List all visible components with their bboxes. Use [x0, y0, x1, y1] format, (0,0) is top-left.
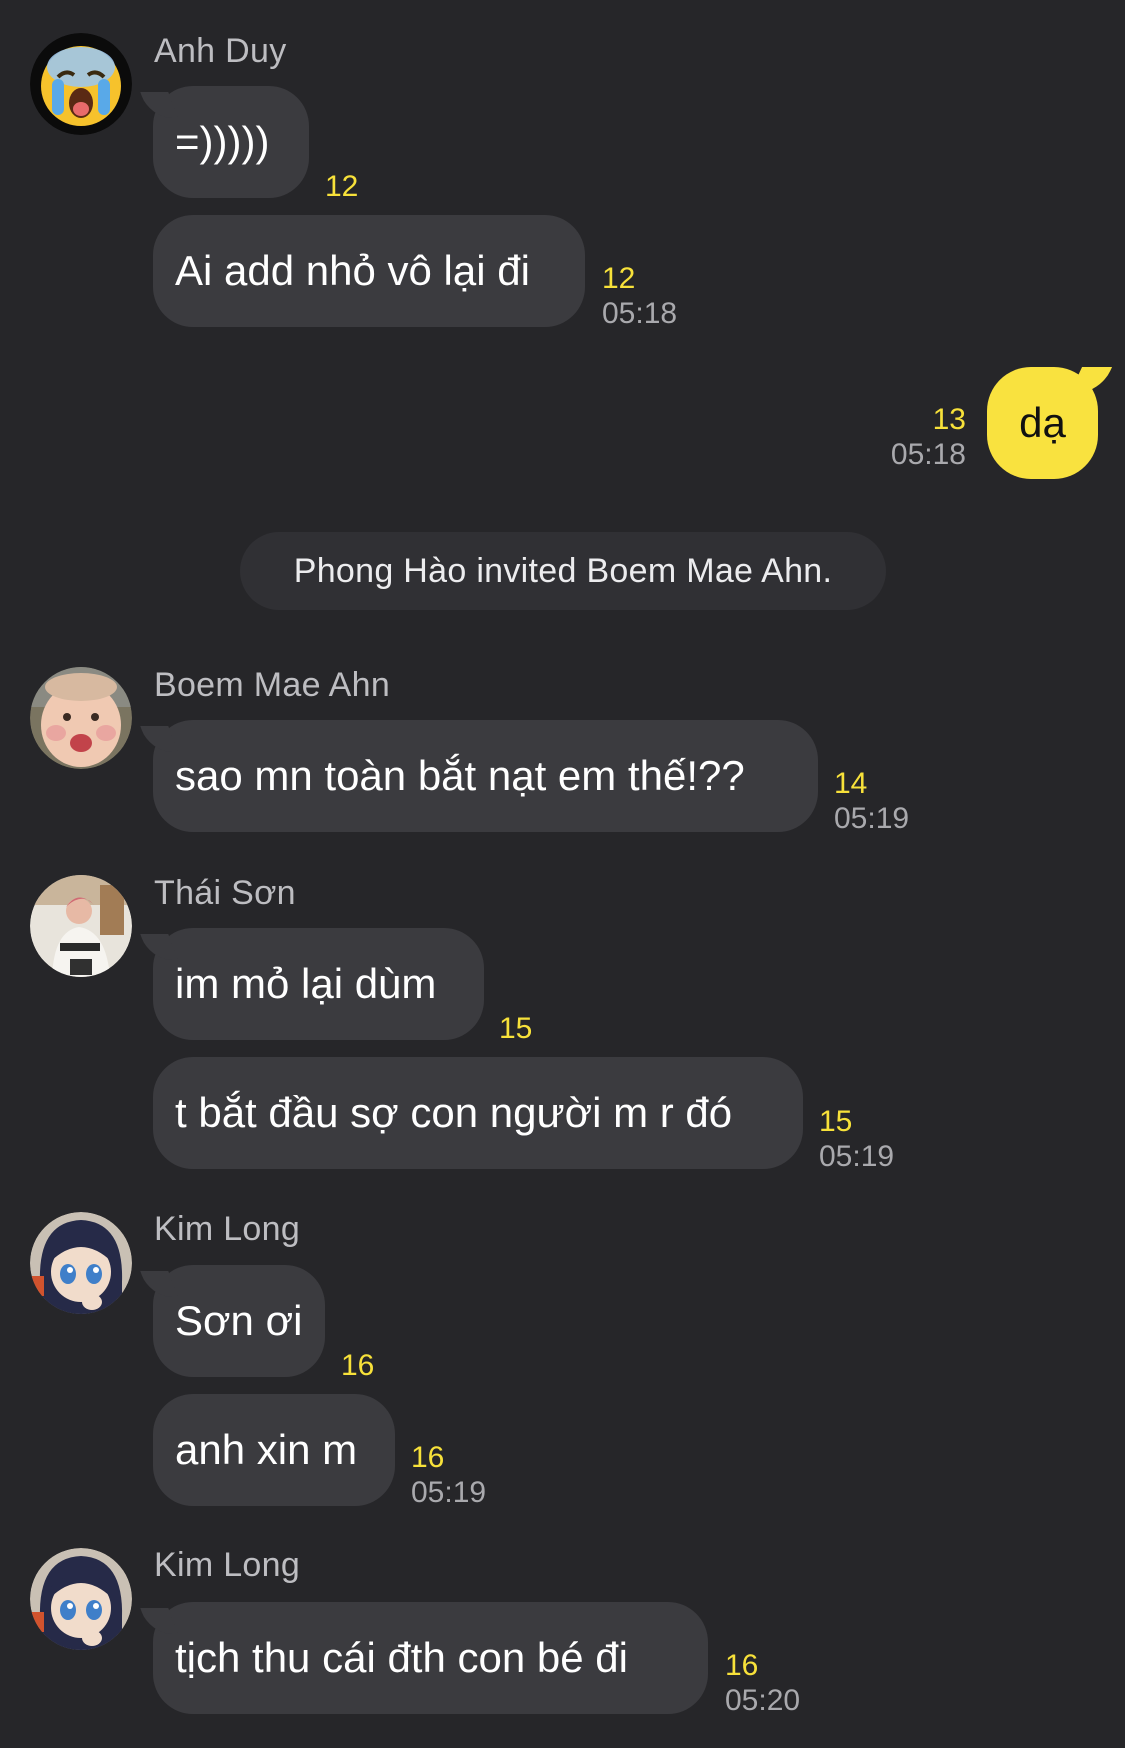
anime-girl-avatar	[30, 1548, 132, 1650]
message-time: 05:18	[890, 438, 966, 471]
unread-count: 16	[725, 1649, 759, 1682]
message-meta: 15	[499, 1012, 532, 1046]
baby-photo-avatar	[30, 667, 132, 769]
sender-name: Kim Long	[154, 1210, 301, 1248]
message-text: Sơn ơi	[175, 1297, 303, 1344]
message-text: tịch thu cái đth con bé đi	[175, 1634, 628, 1681]
avatar-kim-long[interactable]	[30, 1548, 132, 1650]
message-text: anh xin m	[175, 1426, 358, 1473]
unread-count: 15	[499, 1012, 533, 1045]
crying-face-emoji-icon	[30, 33, 132, 135]
unread-count: 16	[411, 1441, 445, 1474]
chat-view: Anh Duy =))))) 12 Ai add nhỏ vô lại đi 1…	[0, 0, 1125, 1748]
message-text: =)))))	[175, 118, 270, 165]
message-text: Ai add nhỏ vô lại đi	[175, 247, 530, 294]
message-time: 05:18	[602, 297, 678, 330]
avatar-kim-long[interactable]	[30, 1212, 132, 1314]
unread-count: 16	[341, 1349, 375, 1382]
sender-name: Anh Duy	[154, 32, 287, 70]
avatar-anh-duy[interactable]	[30, 33, 132, 135]
anime-girl-avatar	[30, 1212, 132, 1314]
unread-count: 13	[932, 403, 966, 436]
message-meta: 14 05:19	[834, 767, 909, 837]
message-bubble[interactable]: Sơn ơi	[153, 1265, 325, 1377]
person-photo-avatar	[30, 875, 132, 977]
unread-count: 15	[819, 1105, 853, 1138]
sender-name: Boem Mae Ahn	[154, 666, 391, 704]
message-text: dạ	[1019, 399, 1066, 446]
message-meta: 16 05:20	[725, 1649, 800, 1719]
message-meta: 15 05:19	[819, 1105, 894, 1175]
message-bubble[interactable]: t bắt đầu sợ con người m r đó	[153, 1057, 803, 1169]
message-text: t bắt đầu sợ con người m r đó	[175, 1089, 733, 1136]
message-text: sao mn toàn bắt nạt em thế!??	[175, 752, 745, 799]
unread-count: 12	[325, 170, 359, 203]
message-meta: 13 05:18	[886, 403, 966, 473]
message-time: 05:19	[819, 1140, 895, 1173]
sender-name: Kim Long	[154, 1546, 301, 1584]
my-message-bubble[interactable]: dạ	[987, 367, 1098, 479]
message-text: im mỏ lại dùm	[175, 960, 437, 1007]
message-bubble[interactable]: sao mn toàn bắt nạt em thế!??	[153, 720, 818, 832]
message-meta: 16 05:19	[411, 1441, 486, 1511]
message-bubble[interactable]: tịch thu cái đth con bé đi	[153, 1602, 708, 1714]
message-time: 05:20	[725, 1684, 801, 1717]
system-notice: Phong Hào invited Boem Mae Ahn.	[240, 532, 886, 610]
unread-count: 14	[834, 767, 868, 800]
message-time: 05:19	[411, 1476, 487, 1509]
avatar-boem-mae-ahn[interactable]	[30, 667, 132, 769]
message-bubble[interactable]: Ai add nhỏ vô lại đi	[153, 215, 585, 327]
message-meta: 12	[325, 170, 358, 204]
sender-name: Thái Sơn	[154, 874, 296, 912]
unread-count: 12	[602, 262, 636, 295]
message-bubble[interactable]: =)))))	[153, 86, 309, 198]
message-time: 05:19	[834, 802, 910, 835]
message-bubble[interactable]: anh xin m	[153, 1394, 395, 1506]
message-meta: 16	[341, 1349, 374, 1383]
message-bubble[interactable]: im mỏ lại dùm	[153, 928, 484, 1040]
message-meta: 12 05:18	[602, 262, 677, 332]
avatar-thai-son[interactable]	[30, 875, 132, 977]
